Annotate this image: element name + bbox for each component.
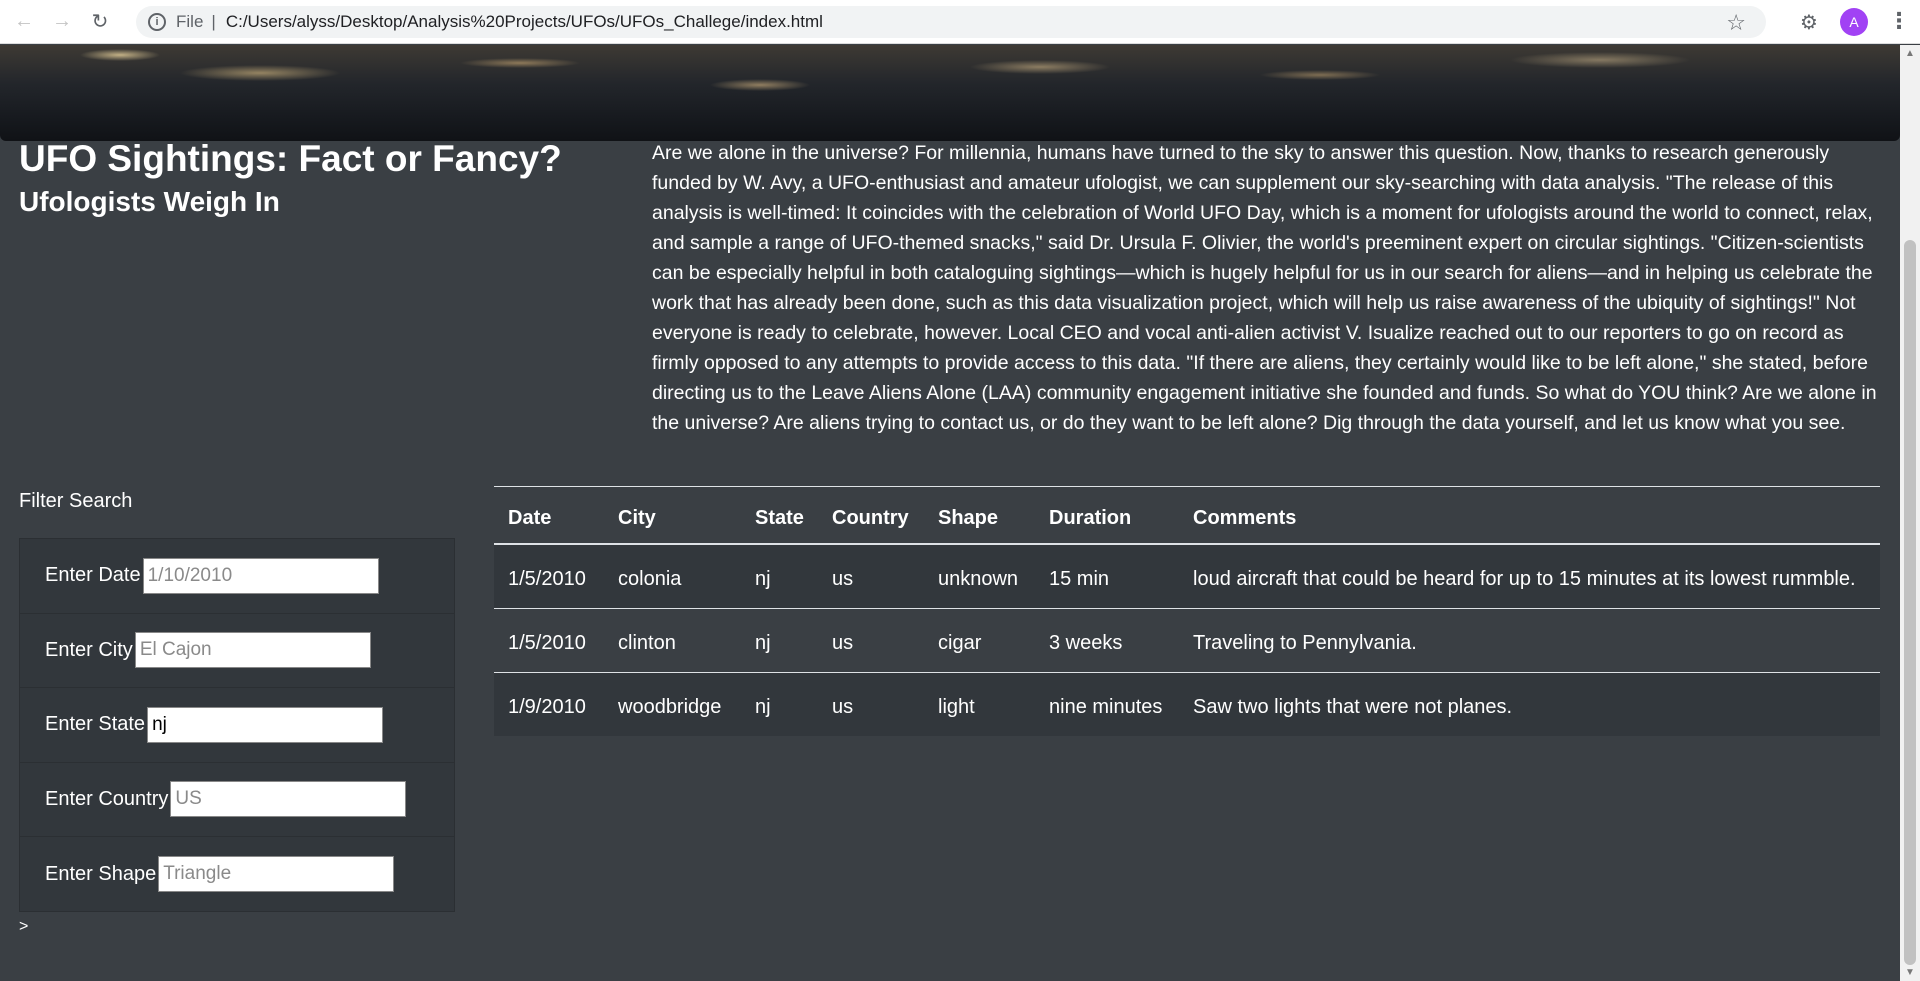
cell-date: 1/5/2010 [508, 568, 586, 590]
reload-icon[interactable]: ↻ [86, 8, 114, 36]
scroll-up-arrow-icon[interactable]: ▲ [1905, 48, 1915, 59]
cell-shape: cigar [924, 608, 1035, 673]
cell-city: clinton [604, 608, 741, 673]
footer-prompt: > [19, 918, 29, 935]
table-row: 1/9/2010 woodbridge nj us light nine min… [494, 672, 1880, 736]
cell-state: nj [741, 672, 818, 736]
filter-row-date: Enter Date [20, 539, 454, 614]
date-label: Enter Date [45, 564, 141, 587]
forward-arrow-icon[interactable]: → [48, 8, 76, 36]
cell-duration: nine minutes [1035, 672, 1179, 736]
back-arrow-icon[interactable]: ← [10, 8, 38, 36]
country-input[interactable] [170, 781, 407, 818]
state-label: Enter State [45, 713, 146, 736]
cell-shape: light [924, 672, 1035, 736]
cell-state: nj [741, 608, 818, 673]
cell-shape: unknown [938, 568, 1019, 590]
filter-row-country: Enter Country [20, 763, 454, 837]
profile-avatar[interactable]: A [1840, 8, 1868, 36]
cell-duration: 3 weeks [1035, 608, 1179, 673]
city-input[interactable] [134, 632, 371, 669]
cell-comments: Traveling to Pennylvania. [1179, 608, 1880, 673]
cell-country: us [818, 608, 924, 673]
bookmark-star-icon[interactable]: ☆ [1726, 10, 1746, 36]
browser-menu-icon[interactable]: ⋮ [1888, 8, 1910, 34]
column-header-date: Date [494, 486, 604, 545]
url-scheme: File [176, 12, 204, 31]
column-header-shape: Shape [924, 486, 1035, 545]
url-text[interactable]: C:/Users/alyss/Desktop/Analysis%20Projec… [226, 12, 823, 32]
column-header-state: State [741, 486, 818, 545]
cell-city: woodbridge [604, 672, 741, 736]
cell-comments: loud aircraft that could be heard for up… [1193, 568, 1856, 590]
country-label: Enter Country [45, 787, 169, 810]
shape-input[interactable] [158, 856, 395, 893]
cell-country: us [818, 672, 924, 736]
table-row: 1/5/2010 colonia nj us unknown 15 min lo… [494, 544, 1880, 609]
table-row: 1/5/2010 clinton nj us cigar 3 weeks Tra… [494, 608, 1880, 673]
address-bar[interactable]: i File | C:/Users/alyss/Desktop/Analysis… [136, 6, 1766, 38]
cell-state: nj [755, 568, 771, 590]
extensions-puzzle-icon[interactable]: ⚙ [1800, 10, 1818, 35]
article-text: Are we alone in the universe? For millen… [652, 142, 1877, 434]
date-input[interactable] [142, 557, 379, 594]
cell-date: 1/5/2010 [494, 608, 604, 673]
city-label: Enter City [45, 638, 133, 661]
table-header-row: Date City State Country Shape Duration C… [494, 486, 1880, 545]
filter-row-state: Enter State [20, 688, 454, 763]
info-icon[interactable]: i [148, 13, 166, 31]
cell-country: us [832, 568, 854, 590]
scroll-thumb[interactable] [1904, 240, 1916, 965]
filter-row-shape: Enter Shape [20, 837, 454, 912]
cell-city: colonia [618, 568, 682, 590]
browser-toolbar: ← → ↻ i File | C:/Users/alyss/Desktop/An… [0, 0, 1920, 44]
filter-search-heading: Filter Search [19, 490, 133, 512]
page-title: UFO Sightings: Fact or Fancy? [19, 138, 562, 179]
column-header-country: Country [818, 486, 924, 545]
filter-form: Enter Date Enter City Enter State Enter … [19, 538, 455, 912]
cell-comments: Saw two lights that were not planes. [1179, 672, 1880, 736]
ufo-table: Date City State Country Shape Duration C… [494, 486, 1880, 736]
page-subtitle: Ufologists Weigh In [19, 186, 280, 217]
shape-label: Enter Shape [45, 862, 157, 885]
column-header-city: City [604, 486, 741, 545]
state-input[interactable] [147, 706, 384, 743]
cell-date: 1/9/2010 [494, 672, 604, 736]
scroll-down-arrow-icon[interactable]: ▼ [1905, 967, 1915, 978]
url-separator: | [211, 12, 216, 31]
page-scrollbar[interactable]: ▲ ▼ [1900, 45, 1920, 981]
column-header-comments: Comments [1179, 486, 1880, 545]
hero-night-sky-image [0, 45, 1900, 141]
column-header-duration: Duration [1035, 486, 1179, 545]
filter-row-city: Enter City [20, 614, 454, 688]
cell-duration: 15 min [1049, 568, 1110, 590]
